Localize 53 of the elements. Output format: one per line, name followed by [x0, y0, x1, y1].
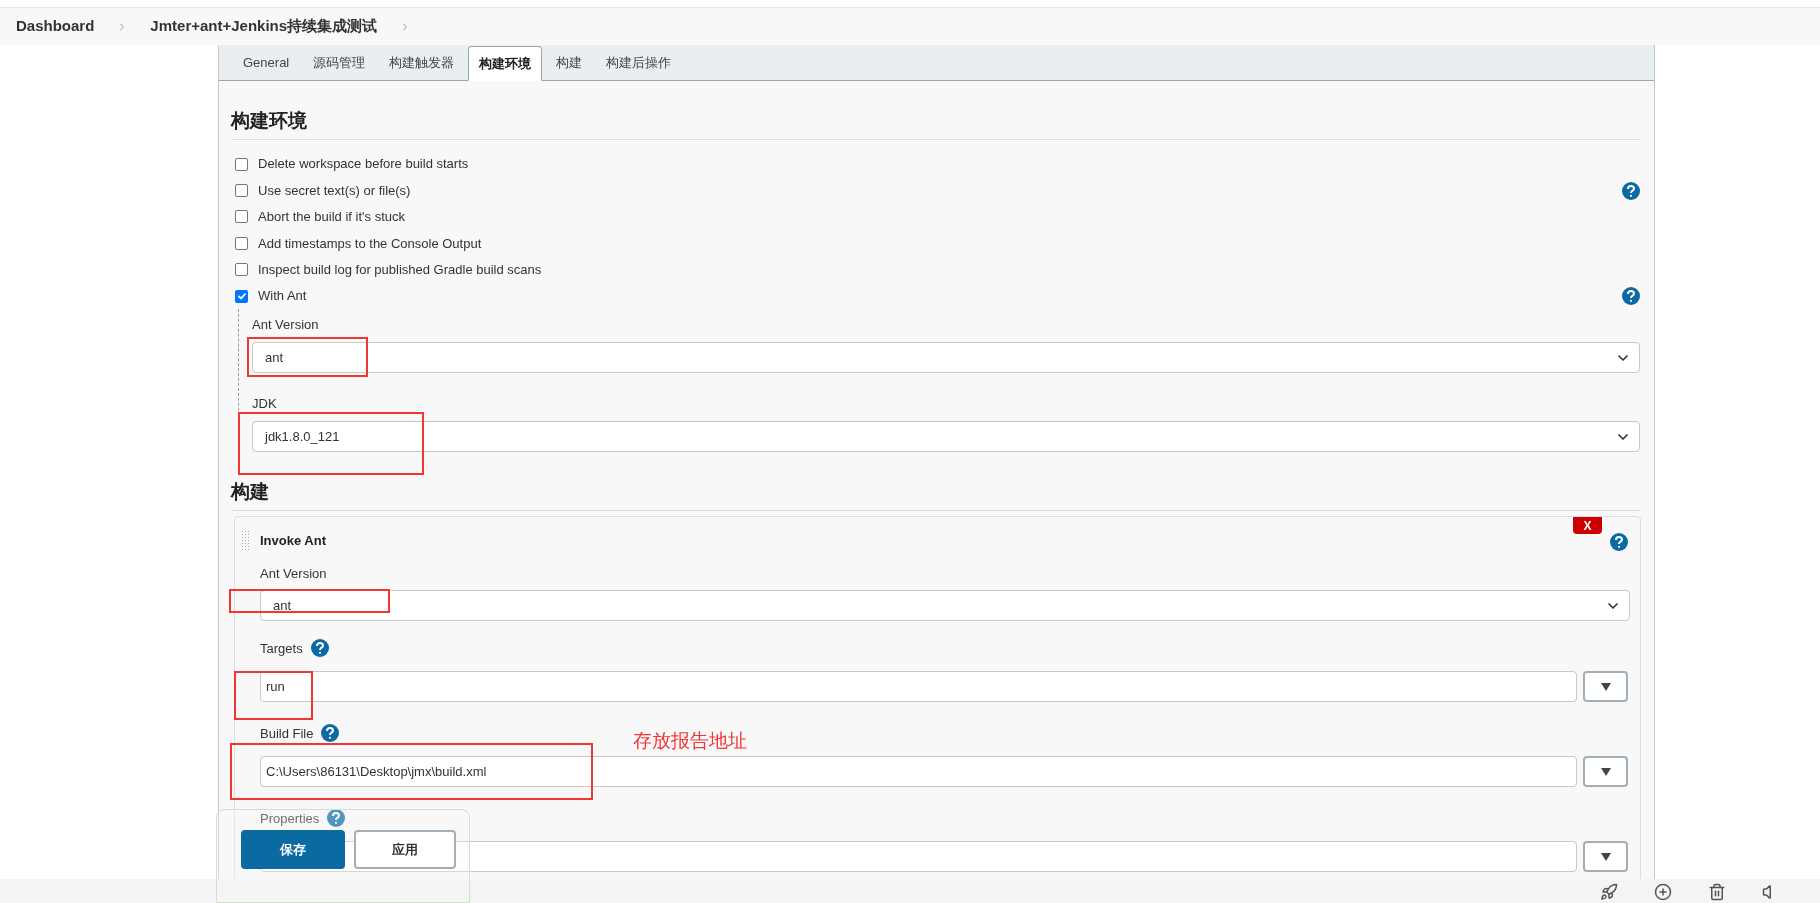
field-label: Ant Version — [260, 565, 327, 581]
checkbox-label: Abort the build if it's stuck — [258, 208, 405, 227]
rocket-icon[interactable] — [1600, 883, 1618, 901]
text-field[interactable]: run — [260, 671, 1577, 703]
checkbox[interactable] — [235, 210, 248, 224]
checkbox[interactable] — [235, 263, 248, 277]
field-label: Targets — [260, 640, 303, 656]
tab[interactable]: 构建触发器 — [379, 45, 465, 80]
select-field[interactable]: ant — [260, 590, 1630, 622]
checkbox-label: Inspect build log for published Gradle build scans — [258, 261, 542, 279]
field-label: Build File — [260, 725, 314, 741]
step-title: Invoke Ant — [260, 533, 326, 549]
help-icon[interactable] — [321, 724, 340, 743]
help-icon[interactable] — [310, 639, 329, 658]
annotation-note: 存放报告地址 — [633, 729, 747, 753]
delete-button[interactable]: X — [1573, 517, 1602, 535]
tab[interactable]: General — [233, 45, 300, 80]
checkbox-label: Delete workspace before build starts — [258, 155, 469, 174]
tab[interactable]: 源码管理 — [303, 45, 376, 80]
checkbox[interactable] — [235, 289, 248, 303]
help-icon[interactable] — [1622, 181, 1640, 200]
dropdown-button[interactable] — [1583, 671, 1628, 703]
save-button[interactable]: 保存 — [241, 830, 345, 869]
breadcrumb-link[interactable]: Jmter+ant+Jenkins持续集成测试 — [150, 15, 378, 38]
text-field[interactable]: C:\Users\86131\Desktop\jmx\build.xml — [260, 756, 1577, 788]
checkbox-label: Use secret text(s) or file(s) — [258, 181, 411, 200]
select-field[interactable]: ant — [252, 342, 1640, 374]
triangle-down-icon — [1600, 682, 1611, 691]
checkbox[interactable] — [235, 157, 248, 171]
tab[interactable]: 构建 — [546, 45, 593, 80]
help-icon[interactable] — [327, 809, 346, 828]
help-icon[interactable] — [1610, 533, 1628, 552]
checkbox-label: Add timestamps to the Console Output — [258, 234, 482, 253]
field-label: Ant Version — [252, 317, 319, 333]
plus-circle-icon[interactable] — [1654, 883, 1672, 901]
dropdown-button[interactable] — [1583, 756, 1628, 788]
breadcrumb-link[interactable]: Dashboard — [16, 15, 95, 38]
select-field[interactable]: jdk1.8.0_121 — [252, 421, 1640, 453]
field-label: JDK — [252, 396, 277, 412]
checkbox[interactable] — [235, 236, 248, 250]
tab[interactable]: 构建环境 — [468, 46, 543, 81]
dropdown-button[interactable] — [1583, 841, 1628, 873]
triangle-down-icon — [1600, 852, 1611, 861]
field-label: Properties — [260, 810, 320, 826]
apply-button[interactable]: 应用 — [354, 830, 456, 869]
tab[interactable]: 构建后操作 — [596, 45, 682, 80]
triangle-down-icon — [1600, 767, 1611, 776]
section-heading: 构建 — [231, 479, 269, 504]
trash-icon[interactable] — [1708, 883, 1726, 901]
section-heading: 构建环境 — [231, 108, 307, 133]
checkbox[interactable] — [235, 184, 248, 198]
checkbox-label: With Ant — [258, 287, 307, 306]
help-icon[interactable] — [1622, 287, 1640, 306]
